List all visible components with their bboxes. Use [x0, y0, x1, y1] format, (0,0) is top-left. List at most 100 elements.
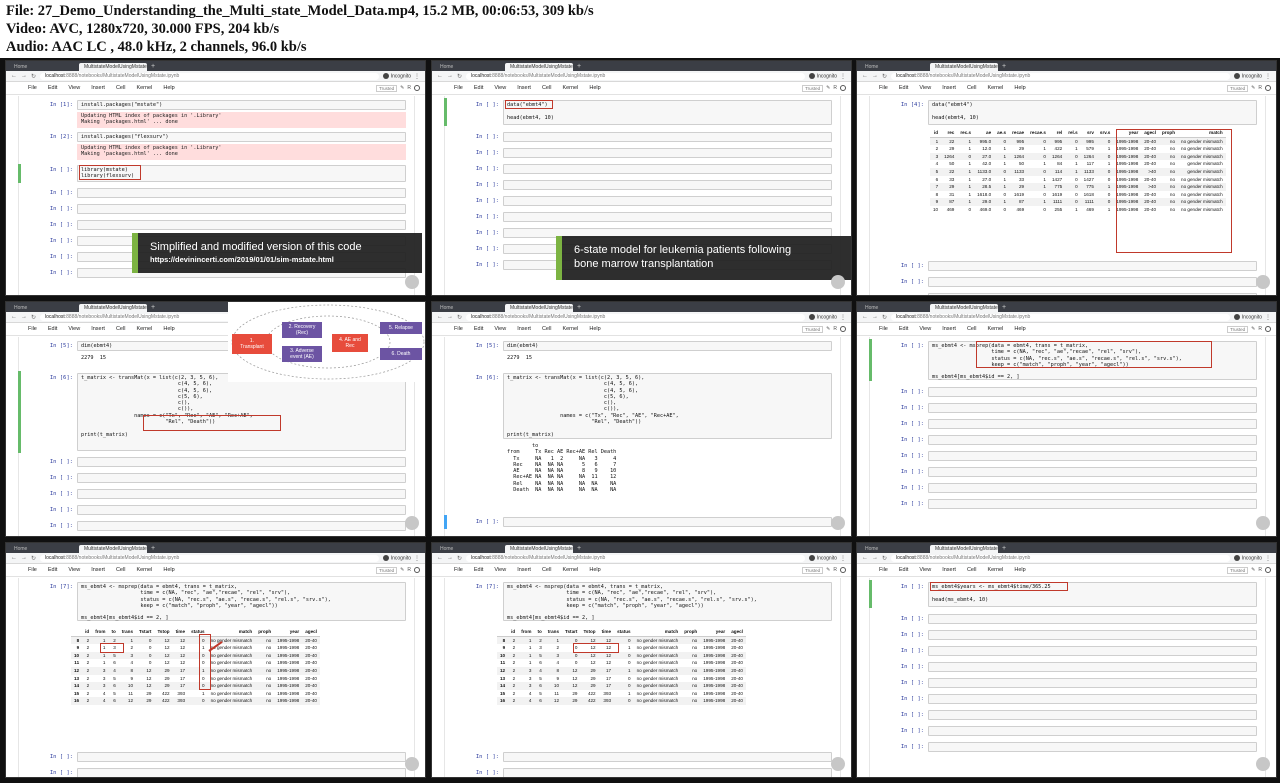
back-icon[interactable]: ←: [437, 555, 443, 561]
edit-pencil-icon[interactable]: ✎: [826, 567, 830, 573]
menu-kebab-icon[interactable]: ⋮: [1265, 73, 1271, 80]
empty-code-cell[interactable]: [928, 499, 1257, 509]
empty-code-cell[interactable]: [77, 489, 406, 499]
tab-notebook[interactable]: MultistateModelUsingMstate: [930, 545, 998, 553]
empty-code-cell[interactable]: [77, 220, 406, 230]
floating-action-icon[interactable]: [831, 516, 845, 530]
edit-pencil-icon[interactable]: ✎: [1251, 567, 1255, 573]
menu-edit[interactable]: Edit: [48, 567, 57, 573]
edit-pencil-icon[interactable]: ✎: [826, 85, 830, 91]
menu-kebab-icon[interactable]: ⋮: [1265, 314, 1271, 321]
menu-insert[interactable]: Insert: [91, 85, 105, 91]
trusted-badge[interactable]: Trusted: [802, 566, 824, 574]
new-tab-icon[interactable]: +: [1002, 63, 1006, 71]
tab-home[interactable]: Home: [435, 545, 503, 553]
tab-notebook[interactable]: MultistateModelUsingMstate: [930, 304, 998, 312]
forward-icon[interactable]: →: [872, 314, 878, 320]
menu-kebab-icon[interactable]: ⋮: [840, 73, 846, 80]
menu-kernel[interactable]: Kernel: [562, 326, 578, 332]
empty-code-cell[interactable]: [928, 646, 1257, 656]
new-tab-icon[interactable]: +: [1002, 545, 1006, 553]
back-icon[interactable]: ←: [437, 73, 443, 79]
menu-kebab-icon[interactable]: ⋮: [414, 73, 420, 80]
edit-pencil-icon[interactable]: ✎: [400, 85, 404, 91]
edit-pencil-icon[interactable]: ✎: [1251, 85, 1255, 91]
forward-icon[interactable]: →: [872, 555, 878, 561]
menu-help[interactable]: Help: [163, 326, 174, 332]
menu-help[interactable]: Help: [1014, 567, 1025, 573]
reload-icon[interactable]: ↻: [882, 73, 887, 80]
menu-kernel[interactable]: Kernel: [987, 567, 1003, 573]
tab-home[interactable]: Home: [9, 545, 77, 553]
empty-code-cell[interactable]: [928, 614, 1257, 624]
menu-kernel[interactable]: Kernel: [562, 85, 578, 91]
menu-view[interactable]: View: [919, 326, 931, 332]
new-tab-icon[interactable]: +: [151, 304, 155, 312]
menu-kernel[interactable]: Kernel: [136, 567, 152, 573]
menu-file[interactable]: File: [454, 567, 463, 573]
menu-view[interactable]: View: [494, 567, 506, 573]
new-tab-icon[interactable]: +: [1002, 304, 1006, 312]
floating-action-icon[interactable]: [1256, 757, 1270, 771]
floating-action-icon[interactable]: [1256, 275, 1270, 289]
menu-file[interactable]: File: [454, 85, 463, 91]
menu-help[interactable]: Help: [589, 326, 600, 332]
new-tab-icon[interactable]: +: [151, 63, 155, 71]
menu-edit[interactable]: Edit: [474, 326, 483, 332]
menu-kernel[interactable]: Kernel: [136, 85, 152, 91]
empty-code-cell[interactable]: [928, 261, 1257, 271]
menu-cell[interactable]: Cell: [967, 85, 976, 91]
menu-cell[interactable]: Cell: [542, 326, 551, 332]
new-tab-icon[interactable]: +: [151, 545, 155, 553]
empty-code-cell[interactable]: [928, 403, 1257, 413]
empty-code-cell[interactable]: [503, 180, 832, 190]
empty-code-cell[interactable]: [928, 726, 1257, 736]
back-icon[interactable]: ←: [862, 314, 868, 320]
edit-pencil-icon[interactable]: ✎: [400, 567, 404, 573]
menu-edit[interactable]: Edit: [899, 85, 908, 91]
menu-view[interactable]: View: [68, 567, 80, 573]
back-icon[interactable]: ←: [437, 314, 443, 320]
menu-edit[interactable]: Edit: [48, 326, 57, 332]
back-icon[interactable]: ←: [11, 314, 17, 320]
reload-icon[interactable]: ↻: [457, 555, 462, 562]
back-icon[interactable]: ←: [862, 555, 868, 561]
tab-notebook[interactable]: MultistateModelUsingMstate: [79, 545, 147, 553]
forward-icon[interactable]: →: [21, 73, 27, 79]
reload-icon[interactable]: ↻: [457, 314, 462, 321]
menu-cell[interactable]: Cell: [542, 85, 551, 91]
url-field[interactable]: localhost:8888/notebooks/MultistateModel…: [40, 72, 379, 80]
trusted-badge[interactable]: Trusted: [802, 325, 824, 333]
empty-code-cell[interactable]: [77, 752, 406, 762]
menu-edit[interactable]: Edit: [48, 85, 57, 91]
url-field[interactable]: localhost:8888/notebooks/MultistateModel…: [466, 554, 805, 562]
menu-kernel[interactable]: Kernel: [562, 567, 578, 573]
menu-help[interactable]: Help: [163, 85, 174, 91]
floating-action-icon[interactable]: [1256, 516, 1270, 530]
trusted-badge[interactable]: Trusted: [376, 566, 398, 574]
empty-code-cell[interactable]: [77, 473, 406, 483]
menu-kebab-icon[interactable]: ⋮: [1265, 555, 1271, 562]
new-tab-icon[interactable]: +: [577, 304, 581, 312]
floating-action-icon[interactable]: [831, 275, 845, 289]
menu-insert[interactable]: Insert: [91, 326, 105, 332]
menu-view[interactable]: View: [494, 85, 506, 91]
empty-code-cell[interactable]: [77, 505, 406, 515]
empty-code-cell[interactable]: [503, 212, 832, 222]
url-field[interactable]: localhost:8888/notebooks/MultistateModel…: [466, 313, 805, 321]
tab-home[interactable]: Home: [9, 63, 77, 71]
empty-code-cell[interactable]: [503, 517, 832, 527]
empty-code-cell[interactable]: [928, 483, 1257, 493]
empty-code-cell[interactable]: [503, 752, 832, 762]
tab-home[interactable]: Home: [435, 304, 503, 312]
edit-pencil-icon[interactable]: ✎: [1251, 326, 1255, 332]
menu-cell[interactable]: Cell: [116, 567, 125, 573]
menu-insert[interactable]: Insert: [517, 567, 531, 573]
tab-home[interactable]: Home: [860, 63, 928, 71]
tab-notebook[interactable]: MultistateModelUsingMstate: [79, 304, 147, 312]
empty-code-cell[interactable]: [928, 710, 1257, 720]
menu-file[interactable]: File: [454, 326, 463, 332]
reload-icon[interactable]: ↻: [31, 314, 36, 321]
menu-edit[interactable]: Edit: [899, 326, 908, 332]
empty-code-cell[interactable]: [928, 277, 1257, 287]
